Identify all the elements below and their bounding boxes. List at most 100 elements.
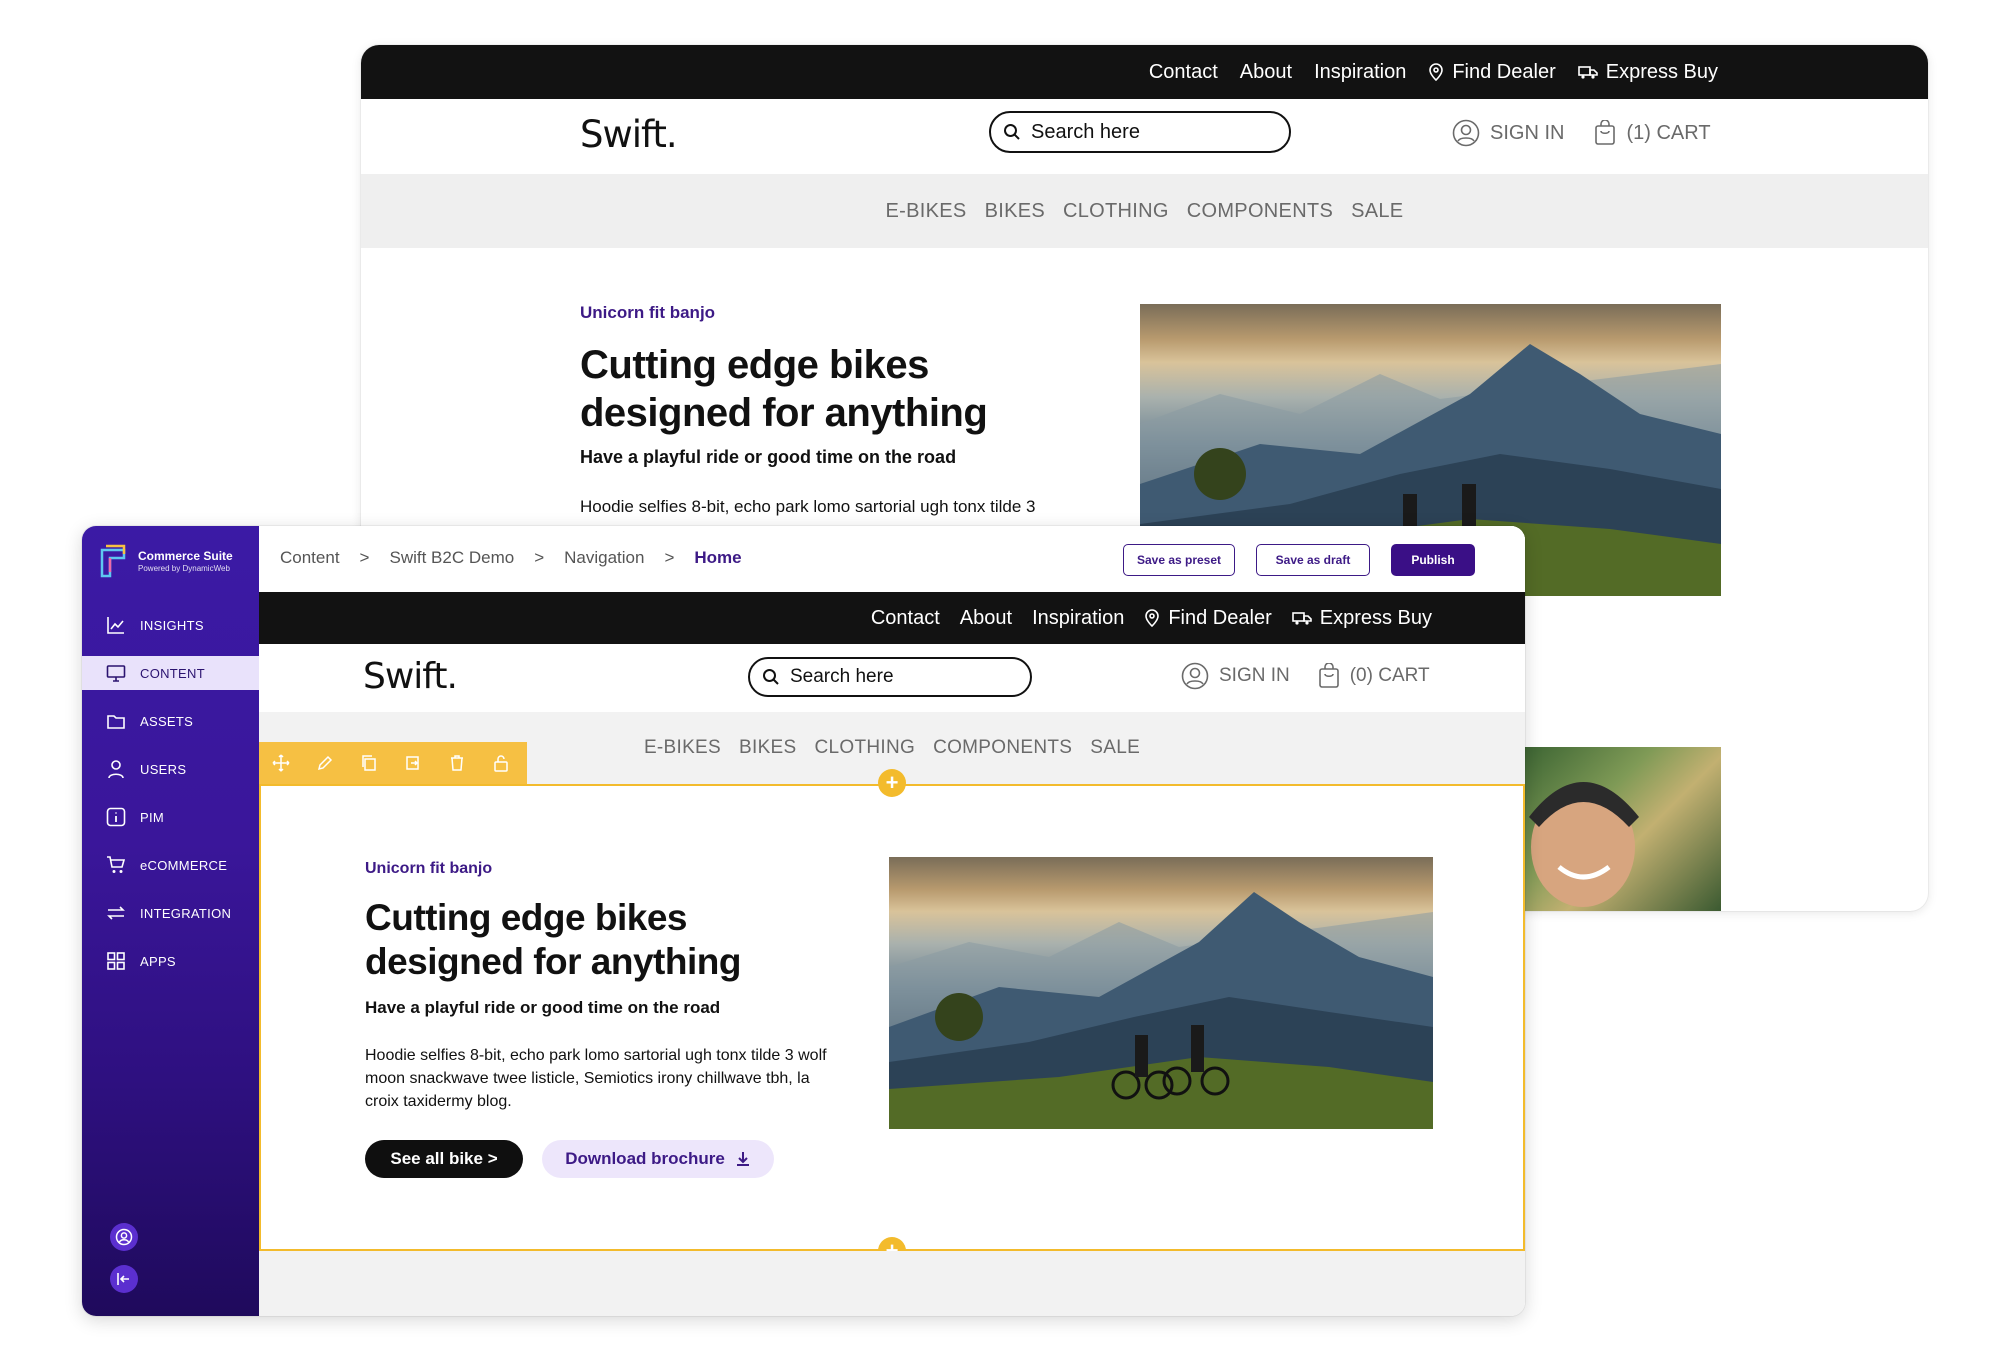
nav-ebikes[interactable]: E-BIKES <box>886 200 967 223</box>
nav-sale[interactable]: SALE <box>1090 737 1140 759</box>
express-buy-label: Express Buy <box>1605 60 1718 83</box>
sidebar-item-content[interactable]: CONTENT <box>82 656 259 690</box>
hero-eyebrow: Unicorn fit banjo <box>365 860 493 877</box>
download-brochure-label: Download brochure <box>565 1149 725 1168</box>
account-area: SIGN IN (1) CART <box>1452 119 1711 147</box>
collapse-sidebar-button[interactable] <box>110 1265 138 1293</box>
sign-in-link[interactable]: SIGN IN <box>1181 662 1290 690</box>
publish-button[interactable]: Publish <box>1391 544 1475 576</box>
cart-label: (1) CART <box>1626 121 1711 144</box>
collapse-icon <box>117 1273 129 1285</box>
about-link[interactable]: About <box>960 607 1012 630</box>
cart-link[interactable]: (0) CART <box>1318 663 1430 689</box>
download-brochure-button[interactable]: Download brochure <box>542 1140 774 1178</box>
nav-clothing[interactable]: CLOTHING <box>1063 200 1169 223</box>
breadcrumb-content[interactable]: Content <box>280 548 340 568</box>
hero-headline-line2: designed for anything <box>365 941 741 983</box>
nav-clothing[interactable]: CLOTHING <box>815 737 916 759</box>
express-buy-link[interactable]: Express Buy <box>1291 606 1432 630</box>
brand-name: Commerce Suite <box>138 548 233 563</box>
sign-in-label: SIGN IN <box>1219 665 1290 686</box>
breadcrumb-swift-b2c-demo[interactable]: Swift B2C Demo <box>389 548 514 568</box>
profile-button[interactable] <box>110 1223 138 1251</box>
hero-headline-line1: Cutting edge bikes <box>580 343 929 387</box>
move-icon[interactable] <box>259 742 303 784</box>
sidebar-item-label: PIM <box>140 809 165 825</box>
search-input[interactable]: Search here <box>748 657 1032 697</box>
breadcrumb: Content > Swift B2C Demo > Navigation > … <box>280 548 742 568</box>
sidebar-item-integration[interactable]: INTEGRATION <box>82 896 259 930</box>
add-block-above-button[interactable]: + <box>878 769 906 797</box>
inspiration-link[interactable]: Inspiration <box>1032 607 1124 630</box>
site-logo[interactable]: Swift. <box>363 656 458 697</box>
search-placeholder: Search here <box>1031 120 1140 143</box>
search-placeholder: Search here <box>790 666 894 687</box>
see-all-bikes-button[interactable]: See all bike > <box>365 1140 523 1178</box>
sidebar-item-ecommerce[interactable]: eCOMMERCE <box>82 848 259 882</box>
nav-components[interactable]: COMPONENTS <box>933 737 1072 759</box>
save-as-draft-button[interactable]: Save as draft <box>1256 544 1370 576</box>
contact-link[interactable]: Contact <box>1149 61 1218 84</box>
express-buy-label: Express Buy <box>1319 606 1432 629</box>
commerce-suite-logo-icon <box>100 544 126 578</box>
express-buy-link[interactable]: Express Buy <box>1577 60 1718 84</box>
editor-window: Commerce Suite Powered by DynamicWeb INS… <box>82 526 1525 1316</box>
breadcrumb-navigation[interactable]: Navigation <box>564 548 644 568</box>
next-section-placeholder <box>259 1251 1525 1316</box>
brand[interactable]: Commerce Suite Powered by DynamicWeb <box>96 542 233 580</box>
user-circle-icon <box>1181 662 1209 690</box>
search-input[interactable]: Search here <box>989 111 1291 153</box>
search-icon <box>1004 124 1020 140</box>
selected-hero-block[interactable]: Unicorn fit banjo Cutting edge bikes des… <box>259 784 1525 1251</box>
find-dealer-label: Find Dealer <box>1452 60 1556 83</box>
monitor-icon <box>106 665 126 682</box>
location-pin-icon <box>1145 609 1160 627</box>
hero-headline: Cutting edge bikes designed for anything <box>365 896 741 985</box>
breadcrumb-separator: > <box>664 548 675 567</box>
save-as-preset-button[interactable]: Save as preset <box>1123 544 1235 576</box>
sidebar-item-apps[interactable]: APPS <box>82 944 259 978</box>
category-nav: E-BIKES BIKES CLOTHING COMPONENTS SALE <box>361 174 1928 248</box>
block-toolbar <box>259 742 527 784</box>
nav-components[interactable]: COMPONENTS <box>1187 200 1333 223</box>
unlock-icon[interactable] <box>479 742 523 784</box>
contact-link[interactable]: Contact <box>871 607 940 630</box>
sidebar-item-label: INSIGHTS <box>140 617 204 633</box>
sidebar-item-insights[interactable]: INSIGHTS <box>82 608 259 642</box>
nav-bikes[interactable]: BIKES <box>985 200 1045 223</box>
cart-link[interactable]: (1) CART <box>1594 120 1711 146</box>
folder-icon <box>107 715 125 729</box>
preview-top-links: Contact About Inspiration Find Dealer Ex… <box>871 592 1432 644</box>
preview-top-utility-bar: Contact About Inspiration Find Dealer Ex… <box>259 592 1525 644</box>
find-dealer-label: Find Dealer <box>1168 606 1272 629</box>
sidebar-item-users[interactable]: USERS <box>82 752 259 786</box>
copy-icon[interactable] <box>347 742 391 784</box>
cart-icon <box>107 856 126 873</box>
duplicate-icon[interactable] <box>391 742 435 784</box>
edit-icon[interactable] <box>303 742 347 784</box>
sign-in-link[interactable]: SIGN IN <box>1452 119 1564 147</box>
editor-canvas: Content > Swift B2C Demo > Navigation > … <box>259 526 1525 1316</box>
breadcrumb-home[interactable]: Home <box>694 548 741 568</box>
breadcrumb-separator: > <box>534 548 545 567</box>
chart-icon <box>107 617 124 634</box>
sidebar-item-assets[interactable]: ASSETS <box>82 704 259 738</box>
sidebar-item-label: ASSETS <box>140 713 194 729</box>
site-logo[interactable]: Swift. <box>580 113 678 156</box>
hero-headline-line1: Cutting edge bikes <box>365 897 687 938</box>
hero-eyebrow: Unicorn fit banjo <box>580 303 716 322</box>
about-link[interactable]: About <box>1240 61 1292 84</box>
nav-ebikes[interactable]: E-BIKES <box>644 737 721 759</box>
nav-bikes[interactable]: BIKES <box>739 737 796 759</box>
find-dealer-link[interactable]: Find Dealer <box>1428 60 1556 84</box>
preview-site-header: Swift. Search here SIGN IN (0) CART <box>259 644 1525 712</box>
grid-icon <box>107 952 125 970</box>
inspiration-link[interactable]: Inspiration <box>1314 61 1406 84</box>
sidebar-item-pim[interactable]: PIM <box>82 800 259 834</box>
hero-image <box>889 857 1433 1129</box>
find-dealer-link[interactable]: Find Dealer <box>1144 606 1272 630</box>
trash-icon[interactable] <box>435 742 479 784</box>
rider-portrait-image <box>1499 747 1721 911</box>
nav-sale[interactable]: SALE <box>1351 200 1403 223</box>
sidebar-item-label: eCOMMERCE <box>140 857 228 873</box>
